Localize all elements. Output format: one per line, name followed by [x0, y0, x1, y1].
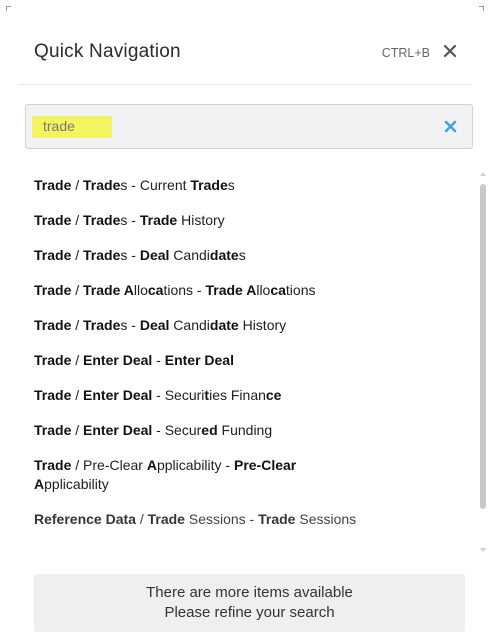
result-text-segment: s - [120, 247, 140, 263]
panel-title: Quick Navigation [34, 41, 181, 62]
close-button[interactable] [442, 43, 458, 59]
result-text-segment: Trade [147, 511, 185, 527]
corner-mark-left [6, 6, 11, 11]
result-text-segment: History [238, 317, 287, 333]
result-text-segment: ies Finan [209, 387, 266, 403]
result-text-segment: Sessions - [184, 511, 259, 527]
search-box[interactable]: trade [25, 104, 473, 149]
clear-search-button[interactable] [444, 120, 457, 133]
result-text-segment: Reference Data [34, 511, 136, 527]
result-text-segment: - Secur [152, 422, 202, 438]
result-text-segment: ce [265, 387, 282, 403]
result-text-segment: Trade [34, 247, 72, 263]
result-text-segment: pplicability - [156, 457, 234, 473]
scroll-thumb[interactable] [480, 184, 486, 509]
result-text-segment: Enter Deal [83, 387, 153, 403]
result-text-segment: Deal [139, 317, 170, 333]
result-text-segment: Trade [34, 387, 72, 403]
shortcut-hint: CTRL+B [381, 46, 430, 60]
result-item[interactable]: Trade / Enter Deal - Enter Deal [34, 351, 369, 370]
result-text-segment: Trade [83, 317, 121, 333]
result-text-segment: Enter Deal [83, 352, 153, 368]
result-item[interactable]: Trade / Trade Allocations - Trade Alloca… [34, 281, 369, 300]
result-item[interactable]: Trade / Enter Deal - Secured Funding [34, 421, 369, 440]
notice-line-1: There are more items available [146, 584, 353, 601]
result-item[interactable]: Trade / Enter Deal - Securities Finance [34, 386, 369, 405]
panel-header: Quick Navigation CTRL+B [18, 26, 472, 85]
result-text-segment: Trade [190, 177, 228, 193]
result-text-segment: tions [285, 282, 316, 298]
result-text-segment: s [238, 247, 246, 263]
result-text-segment: Trade [83, 212, 121, 228]
clear-icon [444, 120, 457, 133]
result-text-segment: ca [270, 282, 286, 298]
result-text-segment: Candi [169, 247, 210, 263]
result-text-segment: / [71, 247, 84, 263]
result-text-segment: Trade [34, 457, 72, 473]
scroll-down-icon[interactable] [480, 548, 486, 552]
result-text-segment: Trade [34, 177, 72, 193]
result-text-segment: / [71, 177, 84, 193]
more-items-notice: There are more items available Please re… [34, 574, 465, 632]
result-text-segment: Trade [258, 511, 296, 527]
result-text-segment: / [71, 282, 84, 298]
result-text-segment: Trade [34, 282, 72, 298]
result-text-segment: Trade [83, 177, 121, 193]
result-text-segment: Enter Deal [164, 352, 234, 368]
result-text-segment: s - Current [120, 177, 191, 193]
result-text-segment: Trade [34, 317, 72, 333]
result-text-segment: Enter Deal [83, 422, 153, 438]
quick-navigation-panel: Quick Navigation CTRL+B trade Trade / Tr… [0, 0, 490, 643]
result-text-segment: Trade [83, 247, 121, 263]
result-text-segment: Trade A [205, 282, 257, 298]
result-text-segment: llo [256, 282, 271, 298]
result-text-segment: pplicability [44, 476, 109, 492]
results-scrollbar[interactable] [479, 172, 487, 552]
result-text-segment: ca [147, 282, 164, 298]
result-text-segment: - Securi [152, 387, 205, 403]
result-text-segment: llo [133, 282, 148, 298]
result-text-segment: / [135, 511, 148, 527]
result-text-segment: s [227, 177, 235, 193]
result-text-segment: - [152, 352, 165, 368]
result-text-segment: ed [201, 422, 218, 438]
result-text-segment: date [209, 247, 239, 263]
result-text-segment: Funding [217, 422, 273, 438]
result-text-segment: / [71, 422, 84, 438]
result-text-segment: s - [120, 317, 140, 333]
result-item[interactable]: Trade / Trades - Current Trades [34, 176, 369, 195]
result-text-segment: Candi [169, 317, 210, 333]
result-item[interactable]: Trade / Trades - Trade History [34, 211, 369, 230]
result-text-segment: tions - [163, 282, 206, 298]
result-item[interactable]: Trade / Trades - Deal Candidate History [34, 316, 369, 335]
result-text-segment: History [177, 212, 225, 228]
result-text-segment: date [209, 317, 239, 333]
result-text-segment: Trade [34, 422, 72, 438]
notice-line-2: Please refine your search [164, 604, 335, 621]
result-item[interactable]: Reference Data / Trade Sessions - Trade … [34, 510, 369, 529]
result-item[interactable]: Trade / Trades - Deal Candidates [34, 246, 369, 265]
search-input[interactable] [34, 115, 424, 137]
close-icon [443, 44, 457, 58]
list-fade-overlay [20, 540, 475, 556]
result-text-segment: s - [120, 212, 140, 228]
result-text-segment: Sessions [295, 511, 357, 527]
results-list: Trade / Trades - Current Trades Trade / T… [34, 176, 474, 552]
result-item[interactable]: Trade / Pre-Clear Applicability - Pre-Cl… [34, 456, 369, 494]
result-text-segment: Deal [139, 247, 170, 263]
scroll-up-icon[interactable] [480, 172, 486, 176]
result-text-segment: / [71, 387, 84, 403]
result-text-segment: / [71, 352, 84, 368]
result-text-segment: Trade [139, 212, 178, 228]
result-text-segment: / [71, 212, 84, 228]
result-text-segment: / [71, 317, 84, 333]
result-text-segment: A [146, 457, 157, 473]
result-text-segment: / Pre-Clear [71, 457, 147, 473]
result-text-segment: Trade [34, 352, 72, 368]
corner-mark-right [479, 6, 484, 11]
result-text-segment: Trade [34, 212, 72, 228]
result-text-segment: Trade A [83, 282, 134, 298]
